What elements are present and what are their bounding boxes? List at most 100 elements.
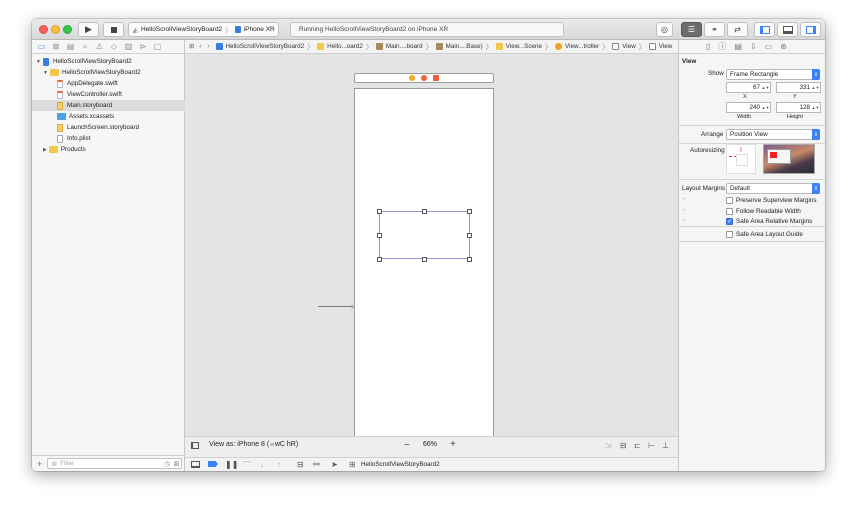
debug-icon[interactable]: ▥ [124,42,133,51]
back-icon[interactable]: ‹ [199,43,201,50]
layout-margins-popup[interactable]: Default ⇕ [726,183,820,194]
arrange-popup[interactable]: Position View ⇕ [726,129,820,140]
show-popup[interactable]: Frame Rectangle ⇕ [726,69,820,80]
add-variation-icon[interactable]: + [682,207,686,214]
zoom-in-button[interactable]: + [450,439,456,450]
selected-view[interactable] [379,211,470,259]
scheme-selector[interactable]: ◭ HelloScrollViewStoryBoard2 〉 iPhone XR [128,22,279,37]
height-field[interactable]: 128 ▲▼ [776,102,821,113]
safe-area-relative-margins-checkbox[interactable]: ✓ [726,218,733,225]
library-button[interactable]: ◎ [656,22,673,37]
file-inspector-icon[interactable]: ▯ [706,42,710,51]
resize-handle[interactable] [377,233,382,238]
x-stepper-icon[interactable]: ▲▼ [762,83,770,92]
quick-help-icon[interactable]: ⓘ [718,41,726,52]
attributes-inspector-icon[interactable]: ⇩ [750,42,757,51]
y-stepper-icon[interactable]: ▲▼ [812,83,820,92]
safe-area-layout-guide-checkbox[interactable] [726,231,733,238]
resize-handle[interactable] [377,209,382,214]
tree-item-assets[interactable]: Assets.xcassets [32,111,185,122]
filter-field[interactable]: ⊜ Filter ◷ ⊠ [47,458,183,469]
tree-item-products[interactable]: ▶ Products [32,144,185,155]
first-responder-icon[interactable] [421,75,427,81]
zoom-level[interactable]: 66% [423,441,437,448]
preserve-superview-margins-checkbox[interactable] [726,197,733,204]
search-icon[interactable]: ⌕ [81,42,90,51]
breadcrumb-storyboard-base[interactable]: Main....Base) [435,43,483,50]
tree-item-viewcontroller[interactable]: ViewController.swift [32,89,185,100]
tree-item-main-storyboard[interactable]: Main.storyboard [32,100,185,111]
breadcrumb-storyboard[interactable]: Main....board [375,43,423,50]
tree-item-project[interactable]: ▼ HelloScrollViewStoryBoard2 [32,56,185,67]
resize-handle[interactable] [422,257,427,262]
simulate-location-icon[interactable]: ➤ [331,460,338,469]
resize-handle[interactable] [467,257,472,262]
tree-item-appdelegate[interactable]: AppDelegate.swift [32,78,185,89]
breadcrumb-group[interactable]: Hello...oard2 [317,43,363,50]
step-into-icon[interactable]: ↓ [260,460,264,469]
minimize-button[interactable] [51,25,60,34]
resize-handle[interactable] [377,257,382,262]
close-button[interactable] [39,25,48,34]
source-control-icon[interactable]: ⊠ [52,42,61,51]
add-variation-icon[interactable]: + [682,217,686,224]
size-inspector-icon[interactable]: ▭ [765,42,773,51]
memory-graph-icon[interactable]: ⚯ [313,460,320,469]
align-icon[interactable]: ⊏ [634,441,641,450]
update-frames-icon[interactable]: ⇲ [605,441,612,450]
tree-item-launchscreen[interactable]: LaunchScreen.storyboard [32,122,185,133]
run-button[interactable]: ▶ [78,22,99,37]
step-over-icon[interactable]: ⌒ [243,460,251,471]
zoom-button[interactable] [63,25,72,34]
tree-item-info-plist[interactable]: Info.plist [32,133,185,144]
add-icon[interactable]: + [37,459,42,469]
embed-in-stack-icon[interactable]: ⊟ [620,441,627,450]
view-controller-icon[interactable] [409,75,415,81]
y-field[interactable]: 331 ▲▼ [776,82,821,93]
follow-readable-width-checkbox[interactable] [726,208,733,215]
breadcrumb-view[interactable]: View [612,43,636,50]
stop-button[interactable] [103,22,124,37]
width-field[interactable]: 240 ▲▼ [726,102,771,113]
scm-filter-icon[interactable]: ⊠ [173,460,179,468]
resize-handle[interactable] [422,209,427,214]
width-stepper-icon[interactable]: ▲▼ [762,103,770,112]
exit-icon[interactable] [433,75,439,81]
test-icon[interactable]: ◇ [110,42,119,51]
view-as-device-button[interactable]: View as: iPhone 8 ( w wC hR) [209,441,298,448]
x-field[interactable]: 67 ▲▼ [726,82,771,93]
report-icon[interactable]: ▢ [153,42,162,51]
add-constraints-icon[interactable]: ⊢ [648,441,655,450]
pause-icon[interactable]: ❚❚ [225,460,238,469]
breadcrumb-scene[interactable]: View...Scene [495,43,542,50]
hide-debug-area-icon[interactable] [191,461,200,468]
toggle-inspector-button[interactable] [800,22,821,37]
symbol-icon[interactable]: ▤ [66,42,75,51]
zoom-out-button[interactable]: − [404,440,410,451]
breadcrumb-project[interactable]: HelloScrollViewStoryBoard2 [215,43,304,50]
recent-files-icon[interactable]: ◷ [164,460,170,468]
breadcrumb-view-controller[interactable]: View...troller [555,43,599,50]
folder-icon[interactable]: ▭ [37,42,46,51]
issue-icon[interactable]: ⚠ [95,42,104,51]
breakpoint-icon[interactable]: ⊳ [139,42,148,51]
assistant-editor-button[interactable]: ⚭ [704,22,725,37]
identity-inspector-icon[interactable]: ▤ [734,42,742,51]
view-controller-scene[interactable] [354,88,494,436]
entry-point-arrow[interactable]: › [318,301,354,311]
resolve-issues-icon[interactable]: ⊥ [662,441,669,450]
toggle-navigator-button[interactable] [754,22,775,37]
step-out-icon[interactable]: ↑ [277,460,281,469]
forward-icon[interactable]: › [207,43,209,50]
autoresizing-mask-control[interactable]: I [726,144,756,174]
connections-inspector-icon[interactable]: ⊛ [780,42,787,51]
tree-item-group[interactable]: ▼ HelloScrollViewStoryBoard2 [32,67,185,78]
height-stepper-icon[interactable]: ▲▼ [812,103,820,112]
resize-handle[interactable] [467,233,472,238]
resize-handle[interactable] [467,209,472,214]
add-variation-icon[interactable]: + [682,196,686,203]
view-debugger-icon[interactable]: ⊟ [297,460,304,469]
version-editor-button[interactable]: ⇄ [727,22,748,37]
document-outline-icon[interactable] [191,442,199,449]
standard-editor-button[interactable]: ☰ [681,22,702,37]
